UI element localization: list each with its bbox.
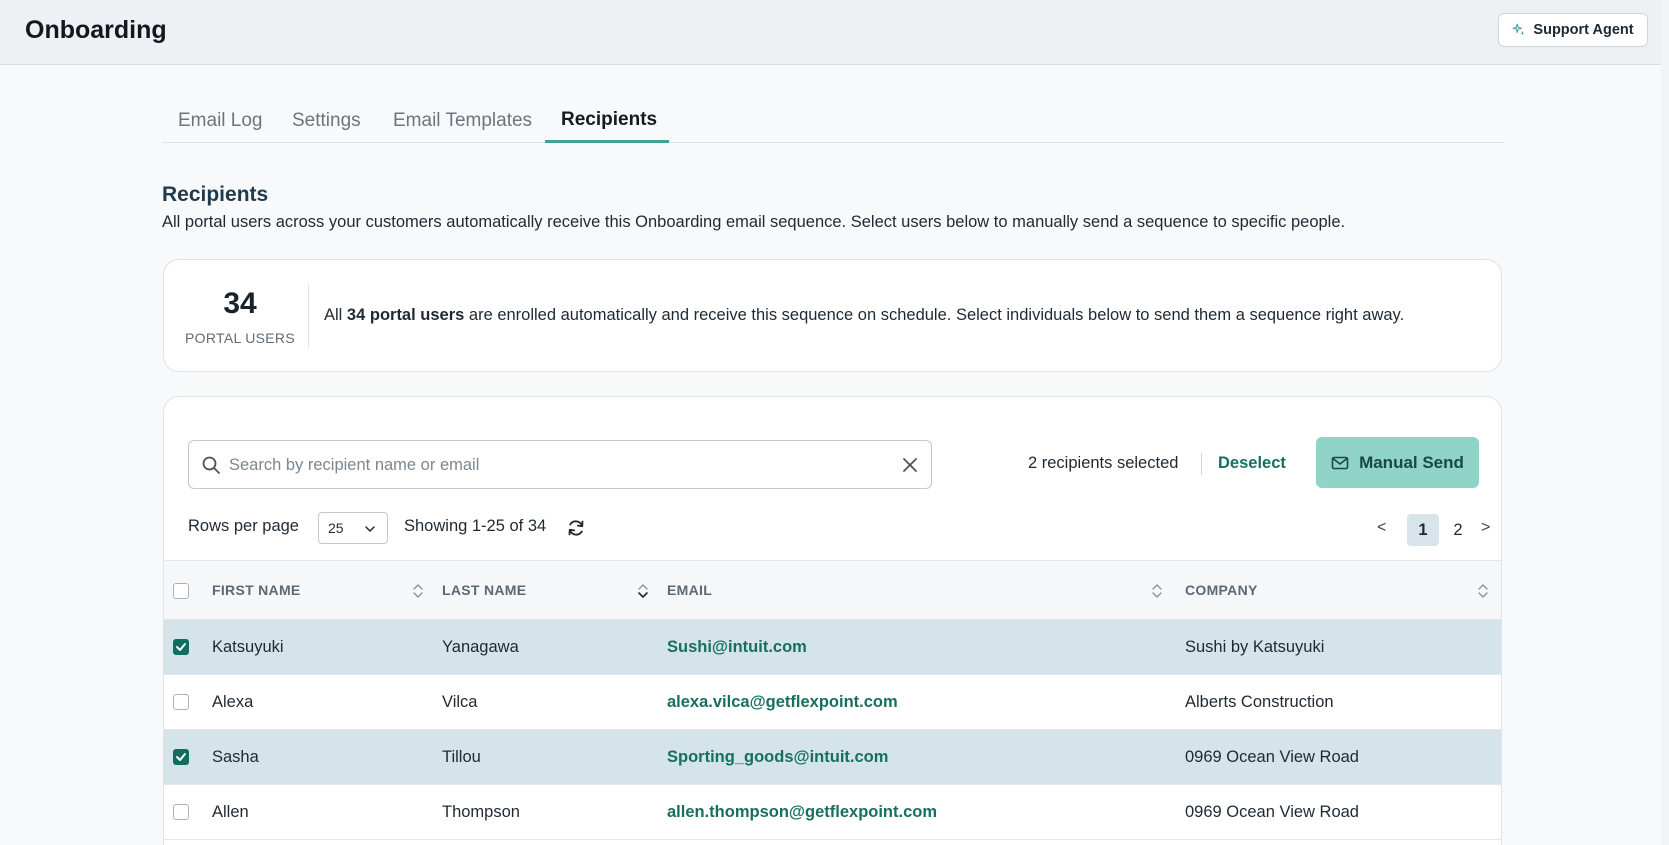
sparkle-icon xyxy=(1513,23,1526,36)
summary-text: All 34 portal users are enrolled automat… xyxy=(324,306,1404,325)
table-row[interactable]: Alexa Vilca alexa.vilca@getflexpoint.com… xyxy=(164,675,1501,730)
close-icon[interactable] xyxy=(900,455,920,475)
table-row[interactable]: Allen Thompson allen.thompson@getflexpoi… xyxy=(164,785,1501,840)
search-box xyxy=(188,440,932,489)
checkmark-icon xyxy=(176,643,186,651)
cell-email-link[interactable]: alexa.vilca@getflexpoint.com xyxy=(667,693,898,712)
pagination-next[interactable]: > xyxy=(1481,519,1490,537)
cell-email-link[interactable]: Sushi@intuit.com xyxy=(667,638,807,657)
tab-bar: Email Log Settings Email Templates Recip… xyxy=(162,96,1504,143)
summary-text-bold: 34 portal users xyxy=(346,306,465,324)
cell-first-name: Allen xyxy=(212,803,249,821)
cell-last-name: Yanagawa xyxy=(442,638,519,656)
section-description: All portal users across your customers a… xyxy=(162,213,1346,231)
top-bar: Onboarding Support Agent xyxy=(0,0,1669,65)
cell-first-name: Alexa xyxy=(212,693,254,711)
search-icon xyxy=(202,456,220,474)
row-checkbox[interactable] xyxy=(173,639,189,655)
manual-send-button[interactable]: Manual Send xyxy=(1316,437,1479,488)
row-checkbox[interactable] xyxy=(173,804,189,820)
active-tab-indicator xyxy=(545,140,669,143)
tab-settings[interactable]: Settings xyxy=(292,110,361,132)
column-header-company[interactable]: COMPANY xyxy=(1185,582,1258,598)
recipients-table-card: 2 recipients selected Deselect Manual Se… xyxy=(163,396,1502,845)
column-header-first-name[interactable]: FIRST NAME xyxy=(212,582,301,598)
column-header-email[interactable]: EMAIL xyxy=(667,582,712,598)
row-checkbox[interactable] xyxy=(173,694,189,710)
cell-email-link[interactable]: allen.thompson@getflexpoint.com xyxy=(667,803,937,822)
manual-send-label: Manual Send xyxy=(1359,452,1464,472)
cell-company: Alberts Construction xyxy=(1185,693,1334,711)
rows-per-page-label: Rows per page xyxy=(188,517,299,535)
showing-range-text: Showing 1-25 of 34 xyxy=(404,517,547,535)
checkmark-icon xyxy=(176,753,186,761)
cell-first-name: Sasha xyxy=(212,748,259,766)
search-input[interactable] xyxy=(229,453,889,477)
pagination-prev[interactable]: < xyxy=(1377,519,1386,537)
tab-email-log[interactable]: Email Log xyxy=(178,110,263,132)
pagination-page-1[interactable]: 1 xyxy=(1407,514,1439,546)
cell-company: 0969 Ocean View Road xyxy=(1185,803,1359,821)
column-header-last-name[interactable]: LAST NAME xyxy=(442,582,526,598)
sort-icon[interactable] xyxy=(1151,581,1163,601)
rows-per-page-select[interactable]: 25 xyxy=(318,512,388,544)
sort-icon[interactable] xyxy=(637,581,649,601)
cell-last-name: Vilca xyxy=(442,693,478,711)
summary-divider xyxy=(308,284,309,348)
tab-email-templates[interactable]: Email Templates xyxy=(393,110,532,132)
select-all-checkbox[interactable] xyxy=(173,583,189,599)
refresh-icon[interactable] xyxy=(567,519,585,537)
row-checkbox[interactable] xyxy=(173,749,189,765)
tab-recipients[interactable]: Recipients xyxy=(561,109,657,131)
table-row[interactable]: Sasha Tillou Sporting_goods@intuit.com 0… xyxy=(164,730,1501,785)
summary-text-suffix: are enrolled automatically and receive t… xyxy=(464,306,1405,324)
table-row[interactable]: Katsuyuki Yanagawa Sushi@intuit.com Sush… xyxy=(164,620,1501,675)
table-header: FIRST NAME LAST NAME EMAIL COMPANY xyxy=(164,560,1501,620)
deselect-button[interactable]: Deselect xyxy=(1218,454,1286,473)
cell-email-link[interactable]: Sporting_goods@intuit.com xyxy=(667,748,888,767)
portal-users-label: PORTAL USERS xyxy=(185,330,295,346)
support-agent-button[interactable]: Support Agent xyxy=(1498,13,1648,47)
cell-last-name: Tillou xyxy=(442,748,481,766)
portal-users-summary-card: 34 PORTAL USERS All 34 portal users are … xyxy=(163,259,1502,372)
summary-text-prefix: All xyxy=(324,306,347,324)
sort-icon[interactable] xyxy=(412,581,424,601)
support-agent-label: Support Agent xyxy=(1533,22,1634,38)
rows-per-page-value: 25 xyxy=(328,520,344,536)
page-title: Onboarding xyxy=(25,16,167,44)
selection-divider xyxy=(1201,453,1202,475)
mail-icon xyxy=(1331,456,1349,469)
pagination-page-2[interactable]: 2 xyxy=(1442,514,1474,546)
cell-company: 0969 Ocean View Road xyxy=(1185,748,1359,766)
portal-users-count: 34 xyxy=(223,287,257,320)
cell-first-name: Katsuyuki xyxy=(212,638,284,656)
sort-icon[interactable] xyxy=(1477,581,1489,601)
cell-last-name: Thompson xyxy=(442,803,520,821)
selected-count-text: 2 recipients selected xyxy=(1028,454,1179,472)
chevron-down-icon xyxy=(365,526,375,532)
section-title: Recipients xyxy=(162,183,269,206)
cell-company: Sushi by Katsuyuki xyxy=(1185,638,1325,656)
page-scrollbar[interactable] xyxy=(1661,0,1669,845)
